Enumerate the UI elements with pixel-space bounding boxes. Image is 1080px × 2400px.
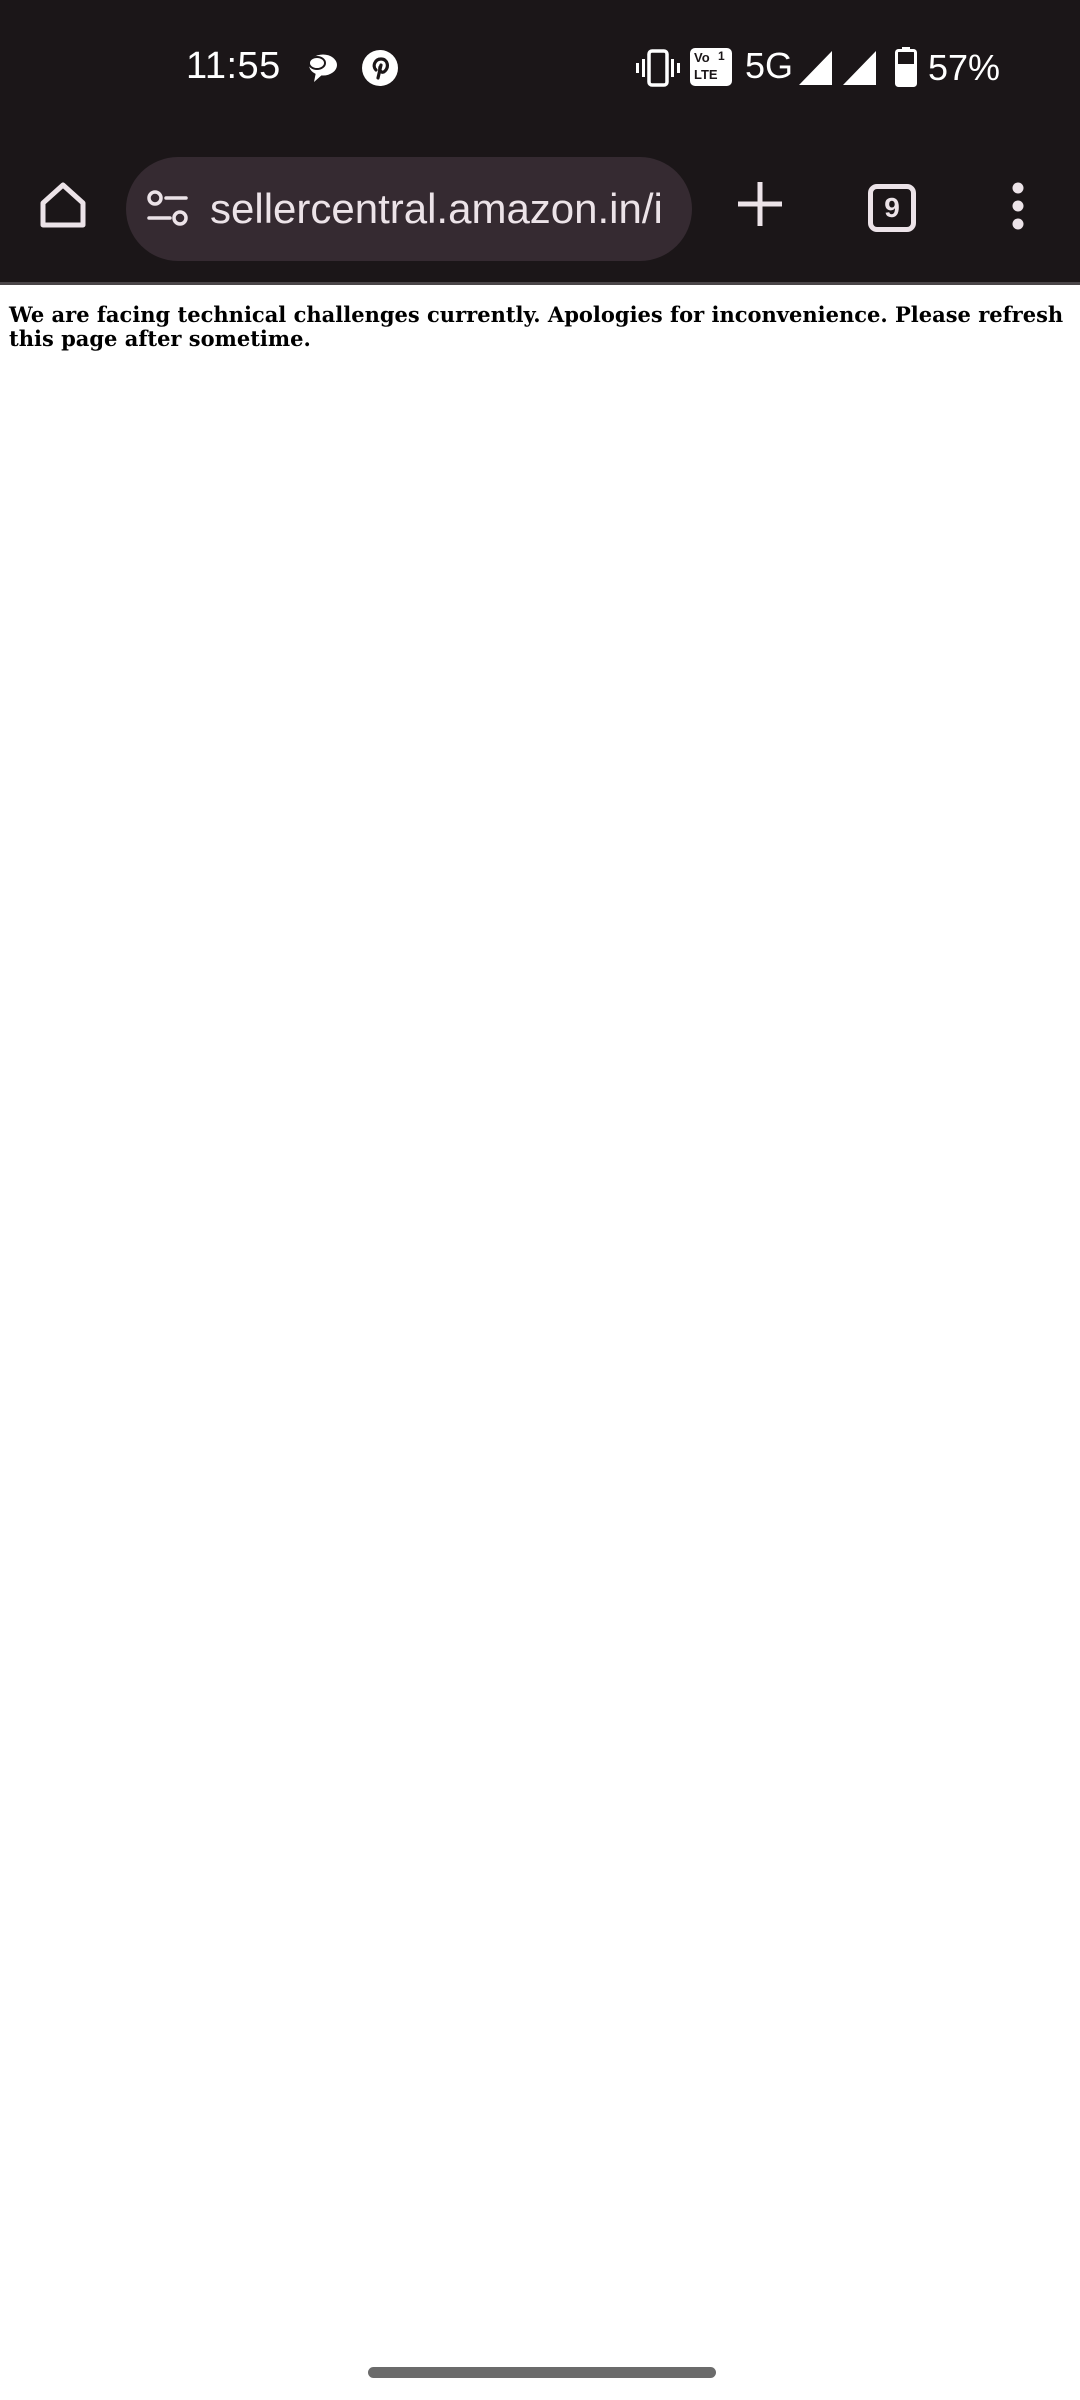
chat-bubble-icon — [304, 50, 340, 91]
new-tab-button[interactable] — [734, 180, 786, 232]
home-button[interactable] — [32, 176, 94, 238]
vibrate-icon — [636, 48, 680, 93]
web-page-content: We are facing technical challenges curre… — [0, 285, 1080, 2400]
status-time: 11:55 — [186, 45, 281, 87]
status-bar: 11:55 Vo 1 LTE 5G 57% — [0, 0, 1080, 140]
error-message: We are facing technical challenges curre… — [9, 302, 1064, 351]
signal-icon — [799, 51, 833, 90]
battery-percentage: 57% — [928, 47, 1001, 88]
tab-switcher-button[interactable]: 9 — [867, 183, 917, 233]
volte-icon: Vo 1 LTE — [690, 48, 732, 86]
url-text[interactable]: sellercentral.amazon.in/i — [210, 183, 680, 235]
more-vert-icon — [1011, 181, 1025, 236]
volte-sim-number: 1 — [718, 49, 725, 63]
volte-label-bottom: LTE — [694, 67, 718, 82]
volte-label-top: Vo — [694, 50, 710, 65]
more-options-button[interactable] — [998, 180, 1038, 236]
signal-icon — [843, 51, 877, 90]
site-settings-icon[interactable] — [146, 189, 190, 234]
plus-icon — [736, 180, 784, 233]
home-icon — [37, 179, 89, 236]
battery-icon — [895, 47, 917, 92]
tab-switcher-icon: 9 — [868, 184, 916, 232]
tab-count: 9 — [884, 192, 900, 223]
gesture-navigation-handle[interactable] — [368, 2367, 716, 2378]
network-type: 5G — [745, 45, 794, 86]
pinterest-icon — [361, 49, 399, 92]
url-bar[interactable]: sellercentral.amazon.in/i — [126, 157, 692, 261]
